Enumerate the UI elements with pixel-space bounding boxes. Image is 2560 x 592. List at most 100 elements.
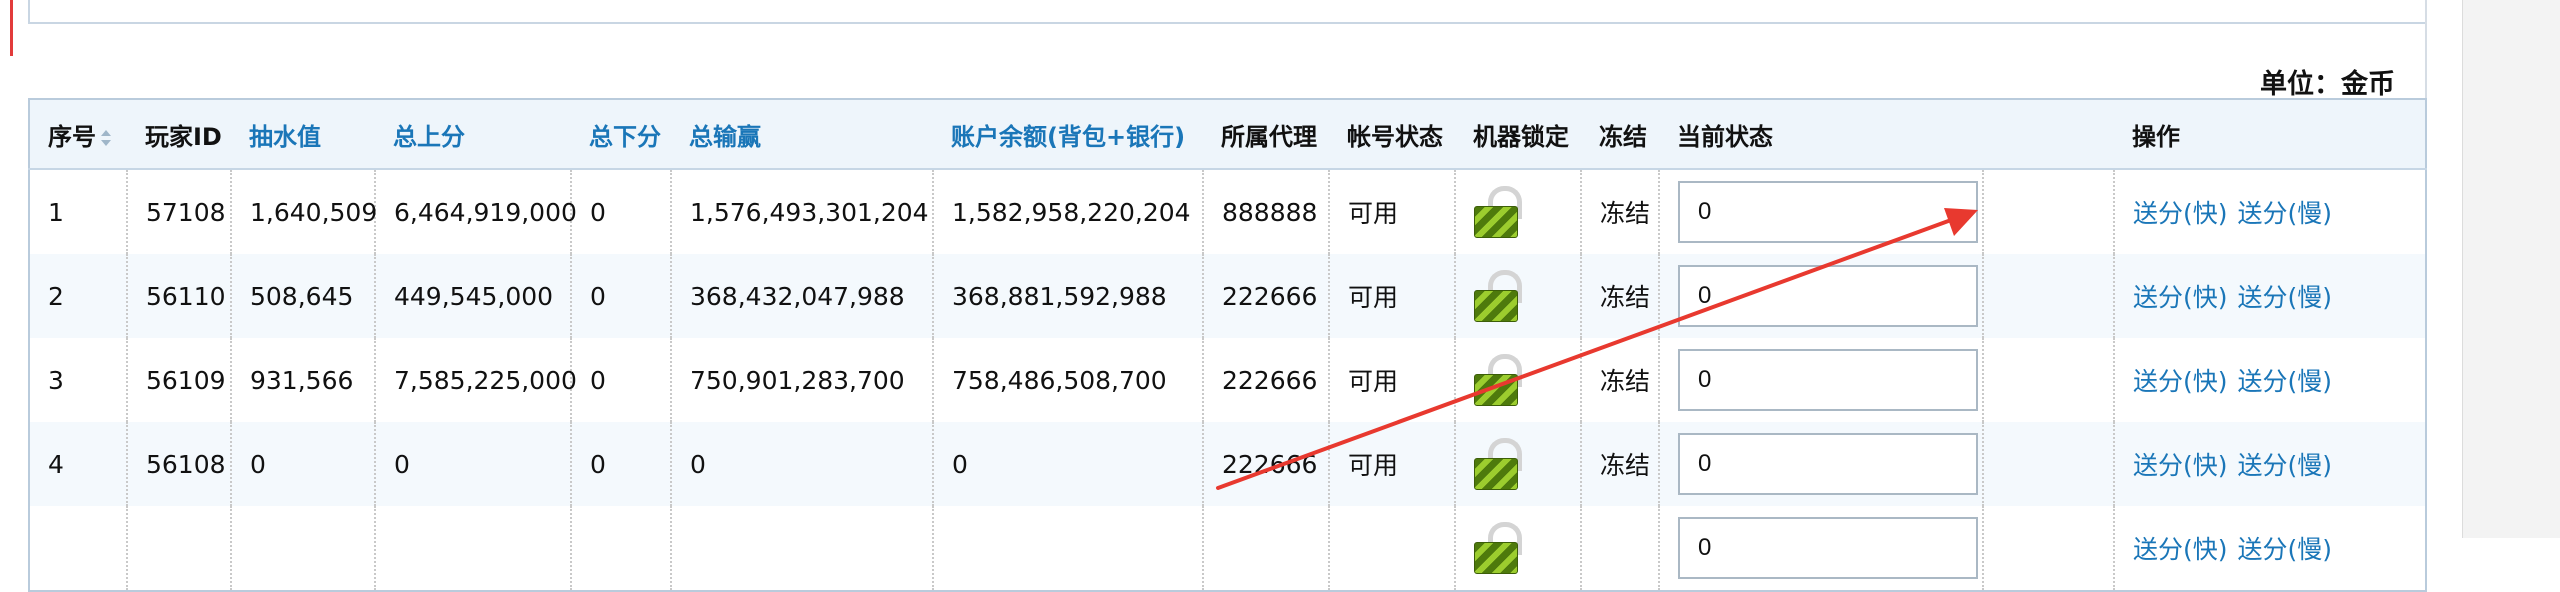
send-slow-link[interactable]: 送分(慢) [2238,283,2333,312]
col-header-current-status: 当前状态 [1659,99,1983,170]
freeze-link[interactable]: 冻结 [1580,338,1659,422]
padlock-icon[interactable] [1474,522,1522,574]
cell-current-status [1658,169,1983,254]
cell-total-down-link[interactable] [570,506,671,591]
col-header-actions: 操作 [2114,99,2426,170]
cell-total-up-link[interactable]: 449,545,000 [374,254,571,338]
cell-total-down-link[interactable]: 0 [570,338,671,422]
player-table: 序号 玩家ID 抽水值 总上分 总下分 总输赢 账户余额(背包+银行) 所属代理… [28,98,2427,592]
send-slow-link[interactable]: 送分(慢) [2238,199,2333,228]
cell-machine-lock [1454,338,1581,422]
col-header-spacer [1983,99,2114,170]
cell-total-up-link[interactable]: 7,585,225,000 [374,338,577,422]
col-header-total-win[interactable]: 总输赢 [671,99,933,170]
cell-machine-lock [1454,422,1581,506]
cell-total-win-link[interactable]: 0 [670,422,933,506]
cell-total-down-link[interactable]: 0 [570,422,671,506]
send-slow-link[interactable]: 送分(慢) [2238,367,2333,396]
send-fast-link[interactable]: 送分(快) [2133,283,2228,312]
padlock-icon[interactable] [1474,354,1522,406]
score-input[interactable] [1678,349,1978,411]
cell-total-down-link[interactable]: 0 [570,254,671,338]
cell-index: 2 [29,254,127,338]
cell-player-id [126,506,231,591]
cell-total-win-link[interactable]: 750,901,283,700 [670,338,933,422]
cell-total-down-link[interactable]: 0 [570,169,671,254]
table-row: 3 56109 931,566 7,585,225,000 0 750,901,… [29,338,2426,422]
freeze-link[interactable] [1580,506,1659,591]
cell-current-status [1658,338,1983,422]
scrollbar[interactable] [2462,0,2560,538]
cell-balance: 0 [932,422,1203,506]
account-status-badge [1328,506,1455,591]
cell-rake-link[interactable]: 0 [230,422,375,506]
send-fast-link[interactable]: 送分(快) [2133,535,2228,564]
cell-machine-lock [1454,254,1581,338]
score-input[interactable] [1678,181,1978,243]
cell-total-up-link[interactable]: 0 [374,422,571,506]
col-header-agent: 所属代理 [1203,99,1329,170]
cell-spacer [1982,422,2114,506]
cell-actions: 送分(快) 送分(慢) [2113,506,2426,591]
freeze-link[interactable]: 冻结 [1580,422,1659,506]
send-slow-link[interactable]: 送分(慢) [2238,451,2333,480]
top-panel [28,0,2427,24]
cell-total-up-link[interactable]: 6,464,919,000 [374,169,577,254]
cell-spacer [1982,169,2114,254]
padlock-icon[interactable] [1474,438,1522,490]
col-header-rake[interactable]: 抽水值 [231,99,375,170]
table-row: 1 57108 1,640,509 6,464,919,000 0 1,576,… [29,169,2426,254]
col-header-balance[interactable]: 账户余额(背包+银行) [933,99,1203,170]
cell-balance [932,506,1203,591]
table-row: 2 56110 508,645 449,545,000 0 368,432,04… [29,254,2426,338]
account-status-badge: 可用 [1328,338,1455,422]
unit-label: 单位：金币 [2260,69,2395,100]
cell-index: 1 [48,197,64,227]
left-red-marker [10,0,13,56]
cell-balance: 758,486,508,700 [932,338,1203,422]
col-header-total-down[interactable]: 总下分 [571,99,671,170]
cell-balance: 1,582,958,220,204 [932,169,1203,254]
cell-total-win-link[interactable] [670,506,933,591]
col-header-player-id: 玩家ID [127,99,231,170]
cell-rake-link[interactable]: 931,566 [230,338,375,422]
cell-total-win-link[interactable]: 1,576,493,301,204 [670,169,933,254]
cell-machine-lock [1454,506,1581,591]
send-fast-link[interactable]: 送分(快) [2133,199,2228,228]
padlock-icon[interactable] [1474,270,1522,322]
cell-agent: 222666 [1202,254,1329,338]
score-input[interactable] [1678,265,1978,327]
cell-spacer [1982,506,2114,591]
freeze-link[interactable]: 冻结 [1580,254,1659,338]
send-slow-link[interactable]: 送分(慢) [2238,535,2333,564]
cell-rake-link[interactable]: 508,645 [230,254,375,338]
account-status-badge: 可用 [1328,254,1455,338]
send-fast-link[interactable]: 送分(快) [2133,367,2228,396]
cell-agent: 888888 [1202,169,1329,254]
cell-total-win-link[interactable]: 368,432,047,988 [670,254,933,338]
padlock-icon[interactable] [1474,186,1522,238]
cell-agent [1202,506,1329,591]
cell-player-id: 56110 [126,254,231,338]
cell-index: 4 [29,422,127,506]
col-header-total-up[interactable]: 总上分 [375,99,571,170]
cell-current-status [1658,506,1983,591]
cell-player-id: 57108 [126,169,231,254]
score-input[interactable] [1678,517,1978,579]
account-status-badge: 可用 [1328,169,1455,254]
sort-arrows-icon[interactable] [100,128,112,148]
cell-total-up-link[interactable] [374,506,571,591]
cell-agent: 222666 [1202,422,1329,506]
cell-rake-link[interactable] [230,506,375,591]
cell-spacer [1982,254,2114,338]
cell-rake-link[interactable]: 1,640,509 [230,169,377,254]
col-header-freeze: 冻结 [1581,99,1659,170]
score-input[interactable] [1678,433,1978,495]
send-fast-link[interactable]: 送分(快) [2133,451,2228,480]
col-header-index[interactable]: 序号 [29,99,127,170]
cell-index: 3 [48,365,64,395]
cell-spacer [1982,338,2114,422]
freeze-link[interactable]: 冻结 [1580,169,1659,254]
cell-actions: 送分(快) 送分(慢) [2113,422,2426,506]
cell-current-status [1658,254,1983,338]
